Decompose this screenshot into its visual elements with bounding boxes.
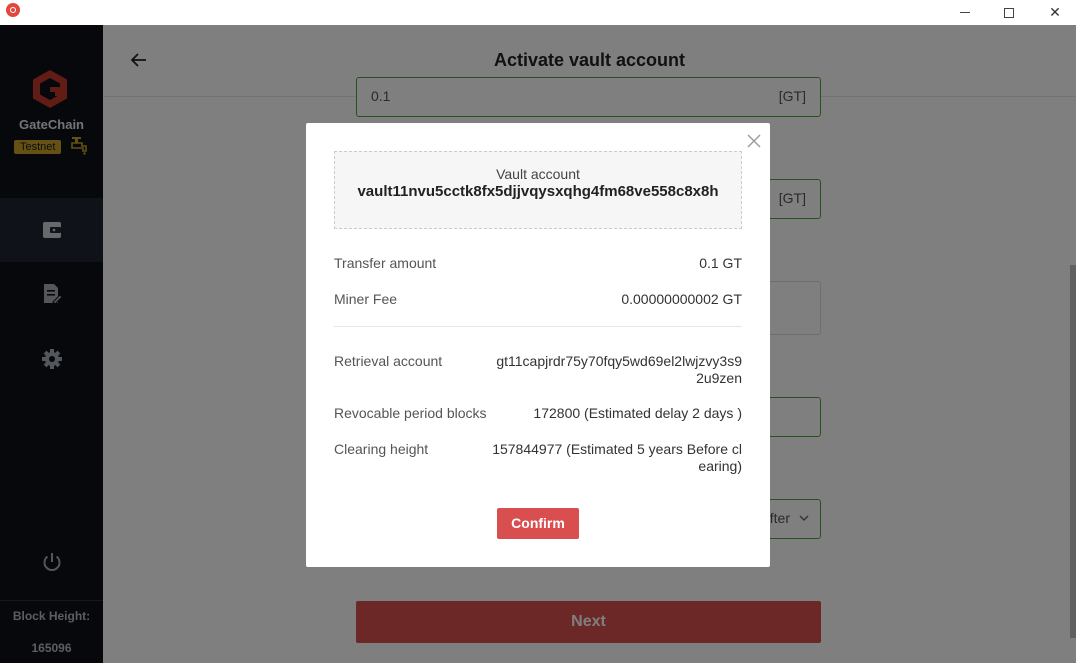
confirm-dialog: Vault account vault11nvu5cctk8fx5djjvqys… (306, 123, 770, 567)
maximize-button[interactable] (986, 0, 1032, 25)
miner-fee-label: Miner Fee (334, 291, 398, 307)
transfer-amount-value: 0.1 GT (699, 255, 742, 271)
minimize-button[interactable] (942, 0, 988, 25)
clearing-height-label: Clearing height (334, 441, 429, 457)
close-icon[interactable] (746, 133, 762, 149)
window-close-button[interactable]: ✕ (1032, 0, 1076, 25)
vault-account-box: Vault account vault11nvu5cctk8fx5djjvqys… (334, 151, 742, 229)
confirm-button[interactable]: Confirm (497, 508, 579, 539)
revocable-period-label: Revocable period blocks (334, 405, 487, 421)
vault-account-value: vault11nvu5cctk8fx5djjvqysxqhg4fm68ve558… (357, 183, 719, 200)
transfer-amount-label: Transfer amount (334, 255, 437, 271)
miner-fee-value: 0.00000000002 GT (621, 291, 742, 307)
vault-account-label: Vault account (496, 166, 580, 182)
revocable-period-value: 172800 (Estimated delay 2 days ) (533, 405, 742, 421)
retrieval-account-label: Retrieval account (334, 353, 443, 369)
modal-divider (334, 326, 742, 327)
window-titlebar: ✕ (0, 0, 1076, 25)
clearing-height-value: 157844977 (Estimated 5 years Before clea… (492, 441, 742, 474)
retrieval-account-value: gt11capjrdr75y70fqy5wd69el2lwjzvy3s92u9z… (496, 353, 742, 386)
app-logo-icon (6, 3, 20, 17)
